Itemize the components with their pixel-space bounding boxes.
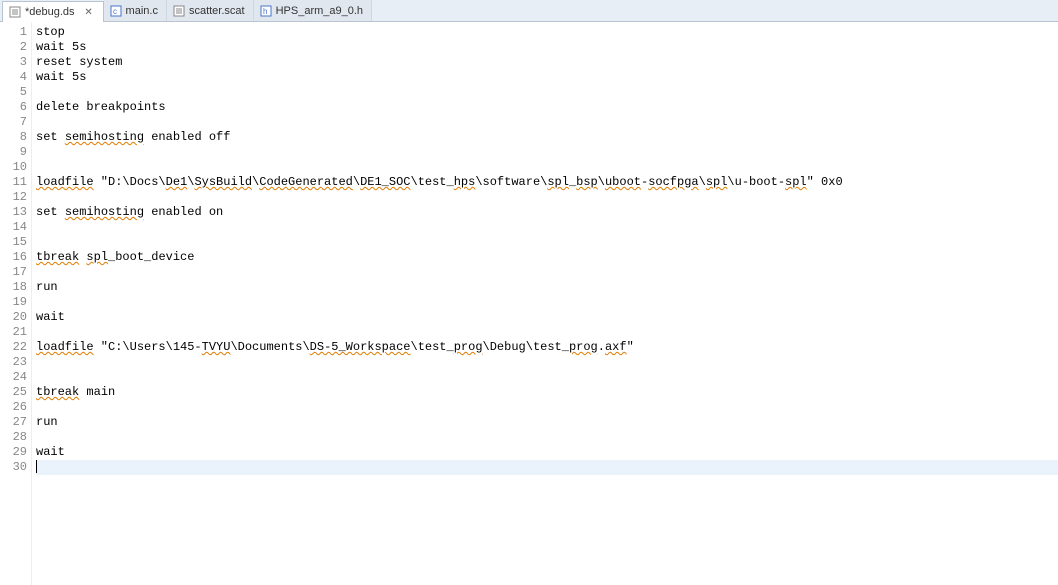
line-number: 21 bbox=[0, 325, 27, 340]
line-number: 11 bbox=[0, 175, 27, 190]
code-line[interactable] bbox=[36, 265, 1058, 280]
h-file-icon: h bbox=[260, 5, 272, 17]
code-line[interactable]: tbreak spl_boot_device bbox=[36, 250, 1058, 265]
code-line[interactable]: reset system bbox=[36, 55, 1058, 70]
line-number: 9 bbox=[0, 145, 27, 160]
line-number: 30 bbox=[0, 460, 27, 475]
code-line[interactable]: run bbox=[36, 280, 1058, 295]
code-line[interactable] bbox=[36, 400, 1058, 415]
code-line[interactable]: set semihosting enabled off bbox=[36, 130, 1058, 145]
file-text-icon bbox=[9, 6, 21, 18]
code-line[interactable]: wait 5s bbox=[36, 70, 1058, 85]
tab-label: scatter.scat bbox=[189, 5, 245, 17]
line-number: 23 bbox=[0, 355, 27, 370]
code-line[interactable]: wait bbox=[36, 445, 1058, 460]
code-line[interactable] bbox=[36, 235, 1058, 250]
line-number: 6 bbox=[0, 100, 27, 115]
tab-scatter-scat[interactable]: scatter.scat bbox=[167, 0, 254, 21]
line-number: 26 bbox=[0, 400, 27, 415]
line-number: 14 bbox=[0, 220, 27, 235]
line-number: 5 bbox=[0, 85, 27, 100]
line-number: 7 bbox=[0, 115, 27, 130]
tab-label: HPS_arm_a9_0.h bbox=[276, 5, 363, 17]
line-number: 22 bbox=[0, 340, 27, 355]
code-line[interactable] bbox=[36, 190, 1058, 205]
svg-text:c: c bbox=[113, 7, 117, 16]
line-number: 10 bbox=[0, 160, 27, 175]
line-number: 16 bbox=[0, 250, 27, 265]
code-line[interactable]: set semihosting enabled on bbox=[36, 205, 1058, 220]
code-line[interactable] bbox=[36, 85, 1058, 100]
line-number: 25 bbox=[0, 385, 27, 400]
line-number: 18 bbox=[0, 280, 27, 295]
code-line[interactable] bbox=[36, 355, 1058, 370]
code-line[interactable] bbox=[36, 145, 1058, 160]
line-number: 2 bbox=[0, 40, 27, 55]
code-line[interactable]: run bbox=[36, 415, 1058, 430]
line-number: 17 bbox=[0, 265, 27, 280]
code-line[interactable] bbox=[36, 220, 1058, 235]
line-number: 1 bbox=[0, 25, 27, 40]
code-line[interactable] bbox=[36, 160, 1058, 175]
tab-main-c[interactable]: c main.c bbox=[104, 0, 167, 21]
line-number: 12 bbox=[0, 190, 27, 205]
code-content[interactable]: stopwait 5sreset systemwait 5sdelete bre… bbox=[32, 22, 1058, 585]
tab-label: main.c bbox=[126, 5, 158, 17]
line-number: 8 bbox=[0, 130, 27, 145]
line-number: 29 bbox=[0, 445, 27, 460]
code-line[interactable]: delete breakpoints bbox=[36, 100, 1058, 115]
file-text-icon bbox=[173, 5, 185, 17]
text-cursor bbox=[36, 460, 37, 473]
code-line[interactable] bbox=[36, 325, 1058, 340]
line-number: 27 bbox=[0, 415, 27, 430]
code-line[interactable] bbox=[36, 115, 1058, 130]
code-line[interactable]: stop bbox=[36, 25, 1058, 40]
svg-text:h: h bbox=[263, 7, 267, 16]
c-file-icon: c bbox=[110, 5, 122, 17]
code-line[interactable]: loadfile "D:\Docs\De1\SysBuild\CodeGener… bbox=[36, 175, 1058, 190]
code-line[interactable]: tbreak main bbox=[36, 385, 1058, 400]
editor-area: 1234567891011121314151617181920212223242… bbox=[0, 22, 1058, 585]
code-line[interactable]: wait 5s bbox=[36, 40, 1058, 55]
line-number: 20 bbox=[0, 310, 27, 325]
code-line[interactable] bbox=[36, 430, 1058, 445]
code-line[interactable] bbox=[36, 460, 1058, 475]
close-icon[interactable]: ✕ bbox=[83, 6, 95, 18]
line-number: 28 bbox=[0, 430, 27, 445]
tab-label: *debug.ds bbox=[25, 6, 75, 18]
line-number: 15 bbox=[0, 235, 27, 250]
line-number: 4 bbox=[0, 70, 27, 85]
line-number: 3 bbox=[0, 55, 27, 70]
tab-HPS-arm-a9-0-h[interactable]: h HPS_arm_a9_0.h bbox=[254, 0, 372, 21]
line-number: 13 bbox=[0, 205, 27, 220]
code-line[interactable]: loadfile "C:\Users\145-TVYU\Documents\DS… bbox=[36, 340, 1058, 355]
tab-bar: *debug.ds ✕ c main.c scatter.scat h HPS_arm_a9… bbox=[0, 0, 1058, 22]
line-number: 24 bbox=[0, 370, 27, 385]
code-line[interactable] bbox=[36, 370, 1058, 385]
line-gutter: 1234567891011121314151617181920212223242… bbox=[0, 22, 32, 585]
tab--debug-ds[interactable]: *debug.ds ✕ bbox=[2, 1, 104, 22]
code-line[interactable]: wait bbox=[36, 310, 1058, 325]
line-number: 19 bbox=[0, 295, 27, 310]
code-line[interactable] bbox=[36, 295, 1058, 310]
